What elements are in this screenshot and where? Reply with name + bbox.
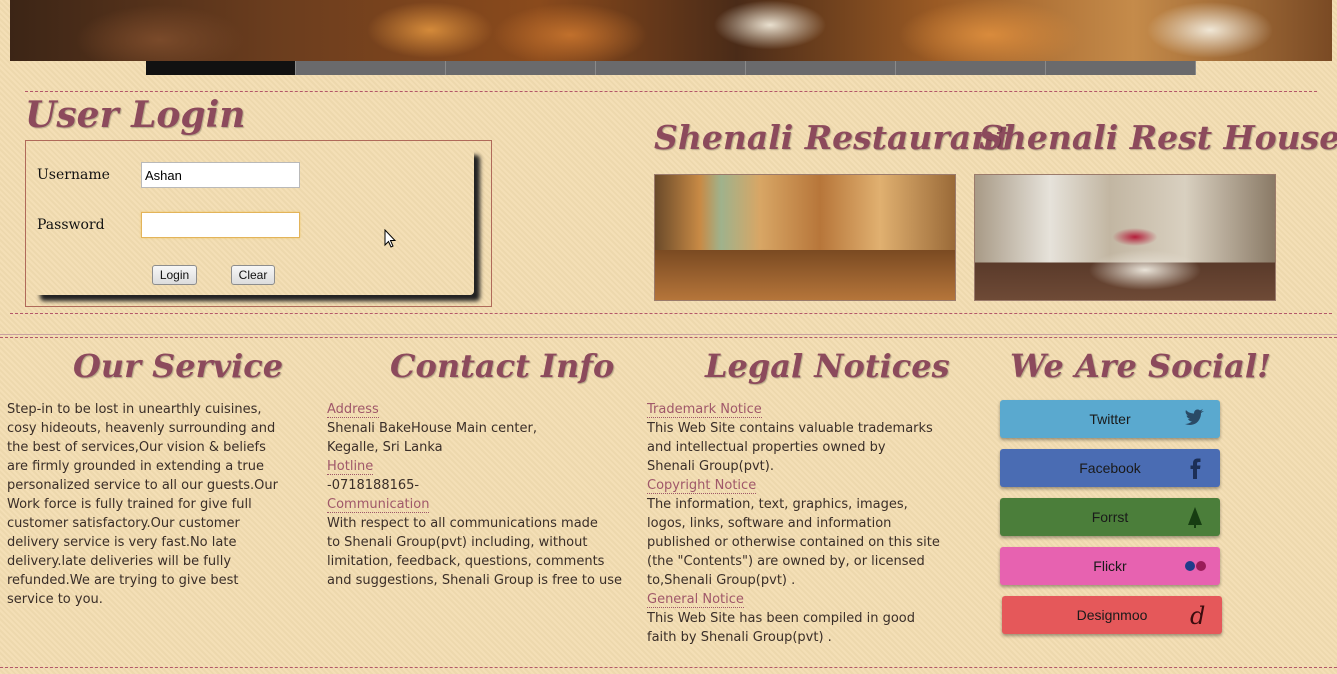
restaurant-photo[interactable] (654, 174, 956, 301)
service-title: Our Service (73, 347, 284, 385)
forrst-button[interactable]: Forrst (1000, 498, 1220, 536)
contact-text: Address Shenali BakeHouse Main center, K… (327, 402, 623, 588)
general-notice-link[interactable]: General Notice (647, 592, 744, 608)
login-form: Username Password Login Clear (34, 149, 474, 295)
password-label: Password (37, 217, 105, 233)
nav-item-3[interactable] (446, 61, 596, 75)
address-line: Shenali BakeHouse Main center, (327, 421, 537, 436)
login-title: User Login (25, 94, 246, 136)
forrst-label: Forrst (1091, 509, 1129, 525)
designmoo-button[interactable]: Designmoo d (1002, 596, 1222, 634)
header-banner-image (10, 0, 1332, 61)
legal-title: Legal Notices (705, 347, 950, 385)
trademark-link[interactable]: Trademark Notice (647, 402, 762, 418)
svg-text:d: d (1190, 602, 1205, 628)
address-link[interactable]: Address (327, 402, 379, 418)
designmoo-icon: d (1190, 602, 1205, 628)
nav-item-6[interactable] (896, 61, 1046, 75)
section-divider (0, 334, 1337, 338)
communication-link[interactable]: Communication (327, 497, 430, 513)
hotline-link[interactable]: Hotline (327, 459, 374, 475)
restaurant-title: Shenali Restaurant (654, 118, 1011, 157)
login-button[interactable]: Login (152, 265, 197, 285)
hotline-number: -0718188165- (327, 478, 420, 493)
main-nav[interactable] (146, 61, 1196, 75)
divider (10, 313, 1332, 314)
login-panel: Username Password Login Clear (25, 140, 492, 307)
designmoo-label: Designmoo (1076, 607, 1148, 623)
twitter-button[interactable]: Twitter (1000, 400, 1220, 438)
contact-title: Contact Info (390, 347, 615, 385)
nav-item-2[interactable] (296, 61, 446, 75)
divider (25, 91, 1317, 92)
flickr-icon (1185, 561, 1206, 571)
address-line: Kegalle, Sri Lanka (327, 440, 443, 455)
social-title: We Are Social! (1010, 347, 1272, 385)
resthouse-photo[interactable] (974, 174, 1276, 301)
mouse-cursor-icon (384, 229, 396, 248)
clear-button[interactable]: Clear (231, 265, 275, 285)
twitter-label: Twitter (1089, 411, 1131, 427)
username-input[interactable] (141, 162, 300, 188)
legal-text: Trademark Notice This Web Site contains … (647, 402, 940, 645)
twitter-icon (1185, 409, 1204, 425)
divider (0, 667, 1337, 668)
nav-item-1[interactable] (146, 61, 296, 75)
nav-item-4[interactable] (596, 61, 746, 75)
forrst-icon (1188, 507, 1202, 528)
service-text: Step-in to be lost in unearthly cuisines… (7, 402, 278, 607)
nav-item-5[interactable] (746, 61, 896, 75)
flickr-button[interactable]: Flickr (1000, 547, 1220, 585)
facebook-icon (1190, 458, 1201, 479)
facebook-label: Facebook (1079, 460, 1141, 476)
nav-item-7[interactable] (1046, 61, 1196, 75)
resthouse-title: Shenali Rest House (979, 118, 1337, 157)
facebook-button[interactable]: Facebook (1000, 449, 1220, 487)
password-input[interactable] (141, 212, 300, 238)
copyright-link[interactable]: Copyright Notice (647, 478, 757, 494)
flickr-label: Flickr (1093, 558, 1127, 574)
username-label: Username (37, 167, 110, 183)
